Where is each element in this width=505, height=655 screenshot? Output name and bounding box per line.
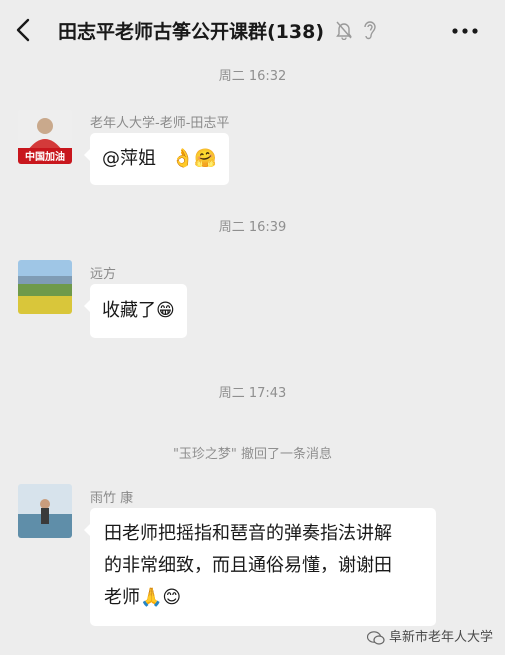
chat-title: 田志平老师古筝公开课群(138) — [58, 21, 325, 43]
avatar-image — [18, 260, 72, 314]
avatar-caption: 中国加油 — [25, 152, 65, 163]
message-bubble[interactable]: 收藏了😁 — [84, 284, 187, 338]
emoji: 🙏😊 — [140, 587, 182, 608]
message-line: 的非常细致，而且通俗易懂，谢谢田 — [104, 555, 392, 576]
avatar[interactable] — [18, 484, 72, 538]
message-text: @萍姐 — [102, 148, 156, 169]
avatar[interactable]: 中国加油 — [18, 110, 72, 164]
chat-header: 田志平老师古筝公开课群(138) — [0, 0, 505, 60]
sender-name: 远方 — [90, 267, 117, 282]
message-line: 田老师把摇指和琶音的弹奏指法讲解 — [104, 523, 392, 544]
recall-notice: "玉珍之梦" 撤回了一条消息 — [172, 447, 333, 462]
sender-name: 老年人大学-老师-田志平 — [90, 116, 230, 131]
message-text: 收藏了 — [102, 300, 156, 321]
timestamp: 周二 16:39 — [218, 220, 287, 235]
watermark: 阜新市老年人大学 — [366, 626, 493, 645]
message-line-text: 老师 — [104, 587, 140, 608]
more-dots-icon[interactable] — [452, 28, 478, 34]
emoji: 😁 — [156, 300, 175, 321]
chevron-left-icon[interactable] — [14, 18, 34, 42]
timestamp: 周二 17:43 — [218, 386, 287, 401]
avatar[interactable] — [18, 260, 72, 314]
message-line: 老师🙏😊 — [104, 582, 422, 614]
emoji: 👌🤗 — [171, 148, 217, 169]
watermark-text: 阜新市老年人大学 — [388, 630, 493, 645]
message-bubble[interactable]: 田老师把摇指和琶音的弹奏指法讲解 的非常细致，而且通俗易懂，谢谢田 老师🙏😊 — [84, 508, 436, 626]
earpiece-icon — [364, 21, 376, 40]
message-bubble[interactable]: @萍姐 👌🤗 — [84, 133, 229, 185]
sender-name: 雨竹 康 — [90, 491, 134, 506]
bell-muted-icon — [336, 21, 352, 40]
wechat-icon — [366, 630, 385, 645]
timestamp: 周二 16:32 — [218, 69, 287, 84]
avatar-image — [18, 484, 72, 538]
